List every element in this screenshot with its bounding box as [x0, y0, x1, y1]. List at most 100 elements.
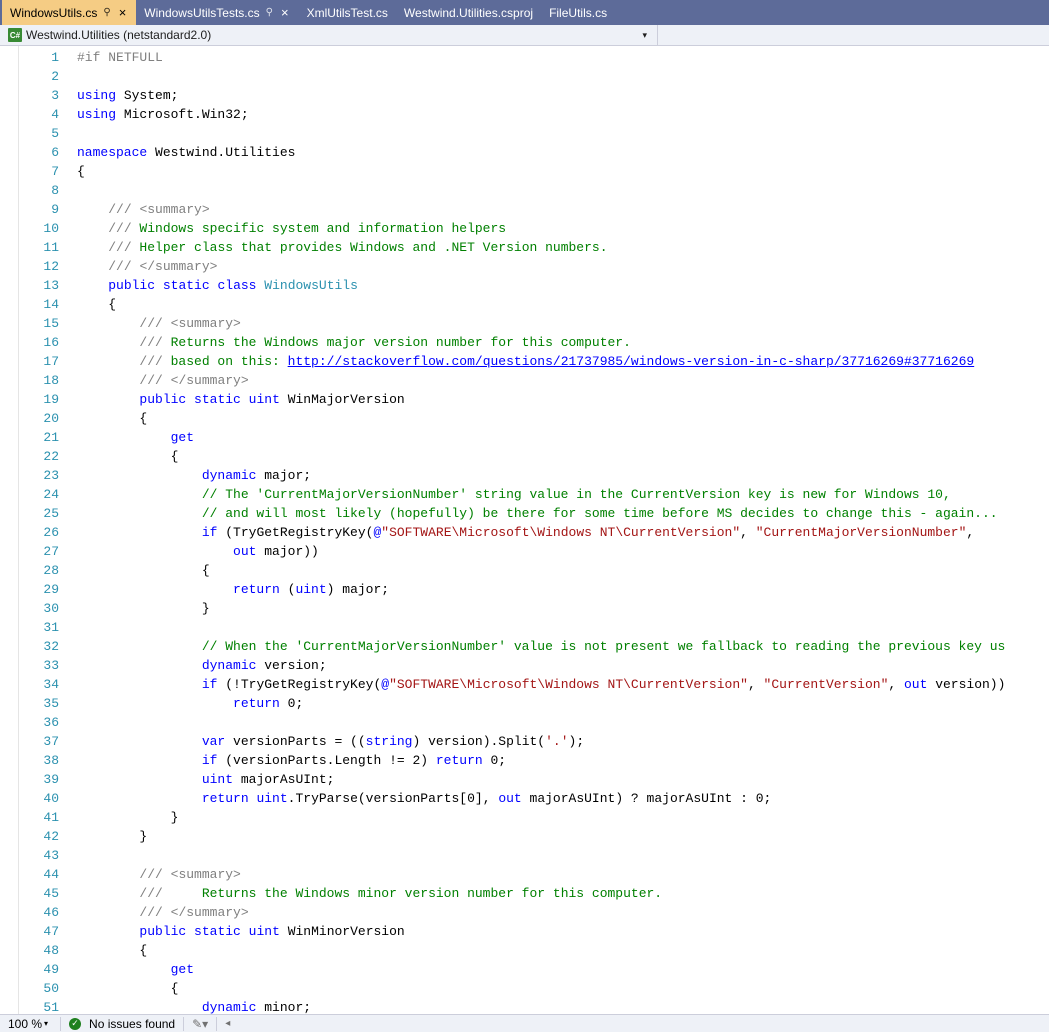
- line-number: 6: [19, 143, 73, 162]
- tab-windowsutils-cs[interactable]: WindowsUtils.cs ⚲ ×: [2, 0, 136, 25]
- line-number: 18: [19, 371, 73, 390]
- tab-label: WindowsUtilsTests.cs: [144, 6, 259, 20]
- tab-windowsutilstests-cs[interactable]: WindowsUtilsTests.cs ⚲ ×: [136, 0, 298, 25]
- code-line[interactable]: }: [77, 599, 1049, 618]
- code-line[interactable]: /// </summary>: [77, 371, 1049, 390]
- code-line[interactable]: [77, 618, 1049, 637]
- code-line[interactable]: /// Windows specific system and informat…: [77, 219, 1049, 238]
- code-line[interactable]: [77, 846, 1049, 865]
- close-icon[interactable]: ×: [279, 6, 291, 19]
- tab-xmlutilstest-cs[interactable]: XmlUtilsTest.cs: [299, 0, 396, 25]
- code-line[interactable]: {: [77, 561, 1049, 580]
- code-line[interactable]: /// </summary>: [77, 257, 1049, 276]
- code-line[interactable]: }: [77, 808, 1049, 827]
- line-number: 24: [19, 485, 73, 504]
- line-number: 2: [19, 67, 73, 86]
- line-number: 20: [19, 409, 73, 428]
- nav-arrows[interactable]: ◂: [225, 1018, 230, 1029]
- code-line[interactable]: /// <summary>: [77, 200, 1049, 219]
- line-number: 25: [19, 504, 73, 523]
- code-line[interactable]: [77, 713, 1049, 732]
- code-line[interactable]: dynamic version;: [77, 656, 1049, 675]
- code-line[interactable]: /// Helper class that provides Windows a…: [77, 238, 1049, 257]
- tab-label: WindowsUtils.cs: [10, 6, 97, 20]
- divider: [60, 1017, 61, 1031]
- code-line[interactable]: if (TryGetRegistryKey(@"SOFTWARE\Microso…: [77, 523, 1049, 542]
- line-number: 11: [19, 238, 73, 257]
- code-editor[interactable]: #if NETFULL using System;using Microsoft.…: [73, 46, 1049, 1014]
- zoom-value: 100 %: [8, 1017, 42, 1031]
- code-line[interactable]: if (versionParts.Length != 2) return 0;: [77, 751, 1049, 770]
- code-line[interactable]: public static uint WinMinorVersion: [77, 922, 1049, 941]
- code-line[interactable]: {: [77, 295, 1049, 314]
- context-label: Westwind.Utilities (netstandard2.0): [26, 28, 211, 42]
- code-line[interactable]: dynamic minor;: [77, 998, 1049, 1014]
- code-line[interactable]: using Microsoft.Win32;: [77, 105, 1049, 124]
- line-number: 3: [19, 86, 73, 105]
- divider: [183, 1017, 184, 1031]
- hyperlink[interactable]: http://stackoverflow.com/questions/21737…: [288, 354, 975, 369]
- tab-westwind-utilities-csproj[interactable]: Westwind.Utilities.csproj: [396, 0, 541, 25]
- code-line[interactable]: // The 'CurrentMajorVersionNumber' strin…: [77, 485, 1049, 504]
- chevron-down-icon: ▾: [44, 1019, 48, 1028]
- line-number: 28: [19, 561, 73, 580]
- code-line[interactable]: }: [77, 827, 1049, 846]
- line-number: 15: [19, 314, 73, 333]
- code-line[interactable]: get: [77, 428, 1049, 447]
- code-line[interactable]: /// Returns the Windows major version nu…: [77, 333, 1049, 352]
- pencil-icon[interactable]: ✎▾: [192, 1017, 208, 1031]
- close-icon[interactable]: ×: [117, 6, 129, 19]
- code-line[interactable]: /// </summary>: [77, 903, 1049, 922]
- code-line[interactable]: {: [77, 979, 1049, 998]
- tab-label: FileUtils.cs: [549, 6, 607, 20]
- line-number: 29: [19, 580, 73, 599]
- line-number: 41: [19, 808, 73, 827]
- code-line[interactable]: return (uint) major;: [77, 580, 1049, 599]
- code-line[interactable]: namespace Westwind.Utilities: [77, 143, 1049, 162]
- code-line[interactable]: return uint.TryParse(versionParts[0], ou…: [77, 789, 1049, 808]
- code-line[interactable]: /// Returns the Windows minor version nu…: [77, 884, 1049, 903]
- code-line[interactable]: dynamic major;: [77, 466, 1049, 485]
- code-line[interactable]: [77, 67, 1049, 86]
- zoom-selector[interactable]: 100 % ▾: [4, 1017, 52, 1031]
- code-line[interactable]: // and will most likely (hopefully) be t…: [77, 504, 1049, 523]
- code-line[interactable]: /// based on this: http://stackoverflow.…: [77, 352, 1049, 371]
- code-line[interactable]: uint majorAsUInt;: [77, 770, 1049, 789]
- line-number: 12: [19, 257, 73, 276]
- code-line[interactable]: /// <summary>: [77, 314, 1049, 333]
- line-number: 51: [19, 998, 73, 1014]
- code-line[interactable]: if (!TryGetRegistryKey(@"SOFTWARE\Micros…: [77, 675, 1049, 694]
- pin-icon[interactable]: ⚲: [103, 7, 110, 18]
- tab-label: XmlUtilsTest.cs: [307, 6, 388, 20]
- code-line[interactable]: {: [77, 409, 1049, 428]
- code-line[interactable]: public static class WindowsUtils: [77, 276, 1049, 295]
- code-line[interactable]: /// <summary>: [77, 865, 1049, 884]
- member-dropdown[interactable]: [657, 25, 1045, 45]
- code-line[interactable]: using System;: [77, 86, 1049, 105]
- line-number: 39: [19, 770, 73, 789]
- code-line[interactable]: #if NETFULL: [77, 48, 1049, 67]
- code-line[interactable]: {: [77, 447, 1049, 466]
- code-line[interactable]: return 0;: [77, 694, 1049, 713]
- line-number: 31: [19, 618, 73, 637]
- code-line[interactable]: get: [77, 960, 1049, 979]
- outline-margin: [0, 46, 19, 1014]
- code-line[interactable]: [77, 124, 1049, 143]
- line-number: 26: [19, 523, 73, 542]
- code-line[interactable]: var versionParts = ((string) version).Sp…: [77, 732, 1049, 751]
- context-dropdown[interactable]: C# Westwind.Utilities (netstandard2.0) ▾: [4, 28, 657, 42]
- line-number: 9: [19, 200, 73, 219]
- line-number: 5: [19, 124, 73, 143]
- pin-icon[interactable]: ⚲: [266, 7, 273, 18]
- code-line[interactable]: {: [77, 162, 1049, 181]
- code-line[interactable]: // When the 'CurrentMajorVersionNumber' …: [77, 637, 1049, 656]
- tab-fileutils-cs[interactable]: FileUtils.cs: [541, 0, 615, 25]
- code-line[interactable]: [77, 181, 1049, 200]
- editor-area: 1234567891011121314151617181920212223242…: [0, 46, 1049, 1014]
- code-line[interactable]: out major)): [77, 542, 1049, 561]
- line-number: 37: [19, 732, 73, 751]
- line-number: 33: [19, 656, 73, 675]
- line-number: 35: [19, 694, 73, 713]
- code-line[interactable]: {: [77, 941, 1049, 960]
- code-line[interactable]: public static uint WinMajorVersion: [77, 390, 1049, 409]
